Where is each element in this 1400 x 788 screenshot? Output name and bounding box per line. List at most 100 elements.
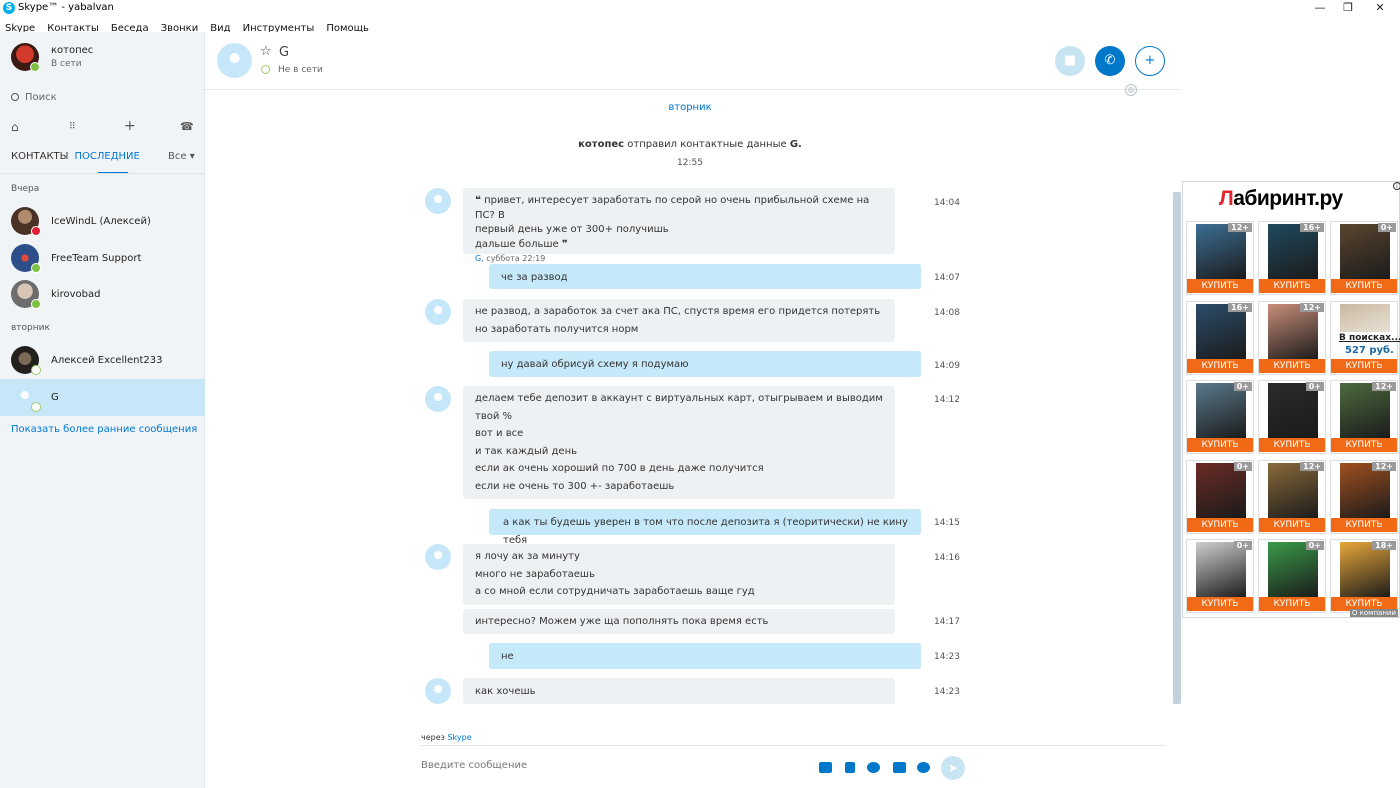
message-incoming[interactable]: ❝ привет, интересует заработать по серой… — [463, 188, 895, 263]
book-cover[interactable] — [1340, 383, 1390, 439]
message-outgoing[interactable]: ну давай обрисуй схему я подумаю — [489, 351, 921, 377]
book-card[interactable]: 12+ КУПИТЬ — [1258, 459, 1326, 534]
book-card[interactable]: 0+ КУПИТЬ — [1186, 459, 1254, 534]
send-file-icon[interactable] — [845, 762, 855, 773]
sender-avatar[interactable] — [425, 188, 451, 214]
contact-item[interactable]: FreeTeam Support — [0, 240, 205, 277]
buy-button[interactable]: КУПИТЬ — [1331, 358, 1397, 373]
divider — [421, 745, 1165, 746]
contact-card-icon[interactable]: ☎ — [180, 120, 194, 133]
message-incoming[interactable]: делаем тебе депозит в аккаунт с виртуаль… — [463, 386, 895, 499]
buy-button[interactable]: КУПИТЬ — [1331, 279, 1397, 293]
send-button[interactable]: ➤ — [941, 756, 965, 780]
buy-button[interactable]: КУПИТЬ — [1187, 358, 1253, 373]
book-card[interactable]: 16+ КУПИТЬ — [1186, 300, 1254, 375]
book-cover[interactable] — [1268, 303, 1318, 360]
home-icon[interactable]: ⌂ — [11, 120, 19, 134]
ad-brand-logo[interactable]: Лабиринт.ру — [1219, 187, 1343, 211]
book-card[interactable]: 12+ КУПИТЬ — [1186, 221, 1254, 295]
book-title-link[interactable]: В поисках... — [1339, 333, 1400, 343]
search-input[interactable]: Поиск — [25, 92, 57, 103]
search-box[interactable]: Поиск — [11, 92, 57, 103]
book-card[interactable]: 0+ КУПИТЬ — [1258, 380, 1326, 454]
book-card[interactable]: 0+ КУПИТЬ — [1186, 380, 1254, 454]
book-cover[interactable] — [1340, 224, 1390, 280]
message-incoming[interactable]: как хочешь — [463, 678, 895, 704]
buy-button[interactable]: КУПИТЬ — [1259, 279, 1325, 293]
send-media-icon[interactable] — [819, 762, 832, 773]
video-call-button[interactable]: ■ — [1055, 46, 1085, 76]
book-cover[interactable] — [1268, 383, 1318, 439]
book-cover[interactable] — [1340, 303, 1390, 332]
book-cover[interactable] — [1268, 462, 1318, 519]
message-incoming[interactable]: не развод, а заработок за счет ака ПС, с… — [463, 299, 895, 342]
book-card[interactable]: 0+ КУПИТЬ — [1330, 221, 1398, 295]
book-cover[interactable] — [1196, 383, 1246, 439]
book-card[interactable]: 18+ КУПИТЬ — [1330, 539, 1398, 613]
about-company-link[interactable]: О компании — [1349, 609, 1398, 617]
book-cover[interactable] — [1196, 303, 1246, 360]
emoticon-icon[interactable] — [917, 762, 930, 773]
contact-item[interactable]: IceWindL (Алексей) — [0, 203, 205, 240]
buy-button[interactable]: КУПИТЬ — [1259, 358, 1325, 373]
add-icon[interactable]: + — [124, 118, 136, 134]
tab-recent[interactable]: ПОСЛЕДНИЕ — [74, 151, 139, 162]
buy-button[interactable]: КУПИТЬ — [1259, 438, 1325, 452]
globe-icon[interactable]: ◍ — [1125, 84, 1137, 96]
add-people-button[interactable]: + — [1135, 46, 1165, 76]
book-card[interactable]: 16+ КУПИТЬ — [1258, 221, 1326, 295]
video-message-icon[interactable] — [867, 762, 880, 773]
message-input[interactable]: Введите сообщение — [421, 760, 527, 771]
online-status-icon — [30, 62, 40, 72]
message-incoming[interactable]: я лочу ак за минуту много не заработаешь… — [463, 544, 895, 605]
message-outgoing[interactable]: че за развод — [489, 264, 921, 289]
message-outgoing[interactable]: не — [489, 643, 921, 669]
dialpad-icon[interactable]: ⠿ — [69, 122, 76, 132]
voice-call-button[interactable]: ✆ — [1095, 46, 1125, 76]
sender-avatar[interactable] — [425, 678, 451, 704]
book-cover[interactable] — [1268, 224, 1318, 280]
book-cover[interactable] — [1340, 462, 1390, 519]
book-card[interactable]: 0+ КУПИТЬ — [1258, 539, 1326, 613]
tab-contacts[interactable]: КОНТАКТЫ — [11, 151, 68, 162]
book-card[interactable]: 12+ КУПИТЬ — [1330, 380, 1398, 454]
book-cover[interactable] — [1196, 224, 1246, 280]
book-cover[interactable] — [1268, 542, 1318, 598]
sender-avatar[interactable] — [425, 386, 451, 412]
profile-status[interactable]: В сети — [51, 59, 82, 69]
buy-button[interactable]: КУПИТЬ — [1187, 438, 1253, 452]
send-contact-icon[interactable] — [893, 762, 906, 773]
message-text: а со мной если сотрудничать заработаешь … — [475, 586, 755, 597]
age-rating-badge: 0+ — [1233, 541, 1252, 550]
buy-button[interactable]: КУПИТЬ — [1331, 517, 1397, 532]
advertisement[interactable]: Лабиринт.ру i 12+ КУПИТЬ 16+ КУПИТЬ 0+ КУПИТЬ… — [1182, 181, 1400, 618]
sender-avatar[interactable] — [425, 299, 451, 325]
contact-item[interactable]: kirovobad — [0, 276, 205, 313]
favorite-star-icon[interactable]: ☆ — [260, 44, 272, 59]
buy-button[interactable]: КУПИТЬ — [1187, 517, 1253, 532]
buy-button[interactable]: КУПИТЬ — [1331, 438, 1397, 452]
chat-avatar[interactable] — [217, 43, 252, 78]
buy-button[interactable]: КУПИТЬ — [1187, 597, 1253, 611]
buy-button[interactable]: КУПИТЬ — [1187, 279, 1253, 293]
via-skype-link[interactable]: Skype — [447, 733, 471, 742]
show-earlier-messages-link[interactable]: Показать более ранние сообщения — [11, 424, 197, 435]
book-cover[interactable] — [1196, 542, 1246, 598]
contact-item-selected[interactable]: G — [0, 379, 205, 416]
filter-dropdown[interactable]: Все ▾ — [168, 151, 195, 162]
message-outgoing[interactable]: а как ты будешь уверен в том что после д… — [489, 509, 921, 546]
message-incoming[interactable]: интересно? Можем уже ща пополнять пока в… — [463, 609, 895, 634]
book-card[interactable]: 12+ КУПИТЬ — [1258, 300, 1326, 375]
book-cover[interactable] — [1340, 542, 1390, 598]
book-card[interactable]: В поисках... 527 руб. КУПИТЬ — [1330, 300, 1400, 375]
book-cover[interactable] — [1196, 462, 1246, 519]
book-card[interactable]: 12+ КУПИТЬ — [1330, 459, 1398, 534]
buy-button[interactable]: КУПИТЬ — [1259, 597, 1325, 611]
info-icon[interactable]: i — [1393, 182, 1400, 190]
sender-avatar[interactable] — [425, 544, 451, 570]
book-card[interactable]: 0+ КУПИТЬ — [1186, 539, 1254, 613]
buy-button[interactable]: КУПИТЬ — [1259, 517, 1325, 532]
close-button[interactable]: ✕ — [1360, 0, 1400, 16]
scrollbar[interactable] — [1173, 192, 1181, 704]
contact-item[interactable]: Алексей Excellent233 — [0, 342, 205, 379]
